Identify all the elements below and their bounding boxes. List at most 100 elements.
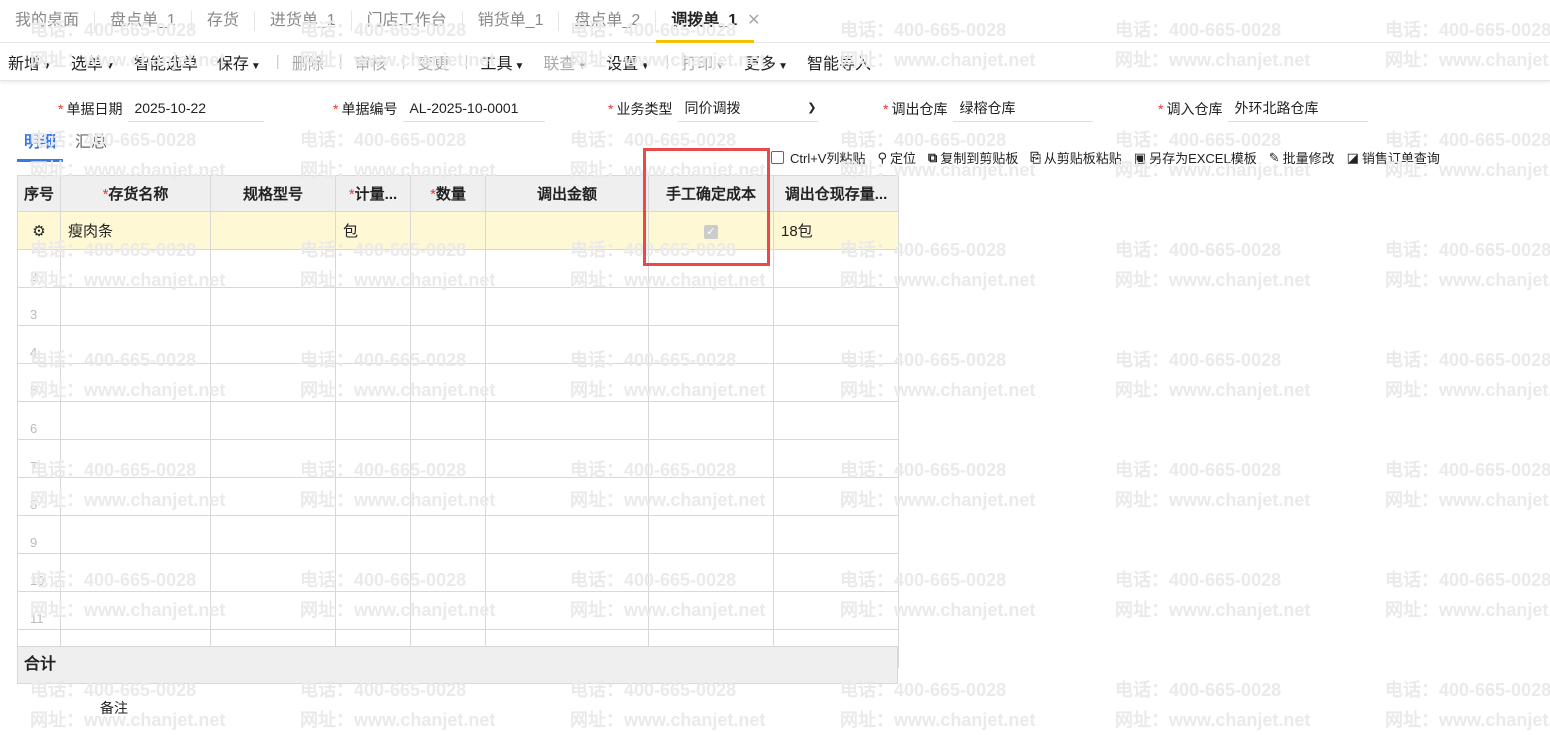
business-type-select[interactable]: 同价调拨 ❯ xyxy=(678,96,819,122)
cell[interactable] xyxy=(210,591,336,630)
cell[interactable] xyxy=(210,325,336,364)
cell[interactable] xyxy=(60,325,211,364)
col-unit[interactable]: *计量... xyxy=(335,175,411,212)
toolbar-button-0[interactable]: 新增 ▼ xyxy=(0,50,63,74)
toolbar-button-11[interactable]: 更多 ▼ xyxy=(736,50,799,74)
cell-qty[interactable] xyxy=(410,211,486,250)
table-row[interactable]: 11 xyxy=(17,591,899,630)
cell[interactable] xyxy=(773,515,899,554)
doc-number-field[interactable]: * 单据编号 AL-2025-10-0001 xyxy=(333,96,546,122)
tab-2[interactable]: 存货 xyxy=(192,11,255,31)
out-warehouse-input[interactable]: 绿榕仓库 xyxy=(953,96,1094,122)
row-number[interactable]: 6 xyxy=(17,401,61,440)
toolbar-button-8[interactable]: 联查 ▼ xyxy=(535,50,598,74)
table-row[interactable]: 3 xyxy=(17,287,899,326)
doc-date-input[interactable]: 2025-10-22 xyxy=(128,96,265,122)
tab-3[interactable]: 进货单_1 xyxy=(255,11,352,31)
in-warehouse-field[interactable]: * 调入仓库 外环北路仓库 xyxy=(1158,96,1369,122)
cell[interactable] xyxy=(410,325,486,364)
row-number[interactable]: 4 xyxy=(17,325,61,364)
tab-1[interactable]: 盘点单_1 xyxy=(95,11,192,31)
cell[interactable] xyxy=(648,477,774,516)
cell[interactable] xyxy=(485,477,649,516)
row-number[interactable]: 8 xyxy=(17,477,61,516)
cell[interactable] xyxy=(648,401,774,440)
cell[interactable] xyxy=(485,325,649,364)
in-warehouse-input[interactable]: 外环北路仓库 xyxy=(1228,96,1369,122)
cell[interactable] xyxy=(335,325,411,364)
toolbar-button-10[interactable]: 打印 ▼ xyxy=(673,50,736,74)
col-amount[interactable]: 调出金额 xyxy=(485,175,649,212)
cell[interactable] xyxy=(60,401,211,440)
col-seq[interactable]: 序号 xyxy=(17,175,61,212)
checkbox[interactable] xyxy=(771,151,784,164)
cell[interactable] xyxy=(210,287,336,326)
out-warehouse-field[interactable]: * 调出仓库 绿榕仓库 xyxy=(883,96,1094,122)
cell[interactable] xyxy=(773,591,899,630)
cell[interactable] xyxy=(210,401,336,440)
cell[interactable] xyxy=(335,591,411,630)
cell[interactable] xyxy=(485,515,649,554)
cell[interactable] xyxy=(335,553,411,592)
cell-unit[interactable]: 包 xyxy=(335,211,411,250)
cell-amount[interactable] xyxy=(485,211,649,250)
cell-item-name[interactable]: 瘦肉条 xyxy=(60,211,211,250)
cell[interactable] xyxy=(485,553,649,592)
row-number[interactable]: 10 xyxy=(17,553,61,592)
copy-clipboard-button[interactable]: ⧉ 复制到剪贴板 xyxy=(928,148,1018,167)
doc-date-field[interactable]: * 单据日期 2025-10-22 xyxy=(58,96,265,122)
toolbar-button-3[interactable]: 保存 ▼ xyxy=(209,50,272,74)
table-row[interactable]: 6 xyxy=(17,401,899,440)
cell[interactable] xyxy=(485,249,649,288)
close-icon[interactable]: ✕ xyxy=(747,12,760,29)
cell[interactable] xyxy=(210,477,336,516)
cell[interactable] xyxy=(60,553,211,592)
cell[interactable] xyxy=(648,515,774,554)
tab-5[interactable]: 销货单_1 xyxy=(463,11,560,31)
cell[interactable] xyxy=(60,439,211,478)
table-row[interactable]: 7 xyxy=(17,439,899,478)
cell[interactable] xyxy=(773,439,899,478)
cell[interactable] xyxy=(485,401,649,440)
cell[interactable] xyxy=(648,439,774,478)
cell[interactable] xyxy=(335,477,411,516)
cell[interactable] xyxy=(210,439,336,478)
cell[interactable] xyxy=(773,287,899,326)
cell[interactable] xyxy=(335,287,411,326)
tab-6[interactable]: 盘点单_2 xyxy=(559,11,657,31)
cell[interactable] xyxy=(410,553,486,592)
row-number[interactable]: 7 xyxy=(17,439,61,478)
cell[interactable] xyxy=(485,363,649,402)
table-row[interactable]: 4 xyxy=(17,325,899,364)
row-number[interactable]: 11 xyxy=(17,591,61,630)
cell[interactable] xyxy=(410,401,486,440)
cell[interactable] xyxy=(60,515,211,554)
cell[interactable] xyxy=(485,287,649,326)
table-row[interactable]: 9 xyxy=(17,515,899,554)
table-row[interactable]: 8 xyxy=(17,477,899,516)
cell[interactable] xyxy=(60,477,211,516)
cell[interactable] xyxy=(648,287,774,326)
toolbar-button-5[interactable]: 审核 xyxy=(347,50,398,74)
cell-spec[interactable] xyxy=(210,211,336,250)
paste-clipboard-button[interactable]: ⎘ 从剪贴板粘贴 xyxy=(1030,148,1121,167)
cell[interactable] xyxy=(485,591,649,630)
cell[interactable] xyxy=(648,591,774,630)
cell[interactable] xyxy=(410,515,486,554)
cell[interactable] xyxy=(60,287,211,326)
toolbar-button-4[interactable]: 删除 xyxy=(284,50,335,74)
ctrl-v-paste-toggle[interactable]: Ctrl+V列粘贴 xyxy=(771,148,865,167)
cell[interactable] xyxy=(773,363,899,402)
tab-summary[interactable]: 汇总 xyxy=(63,132,119,162)
cell[interactable] xyxy=(210,363,336,402)
toolbar-button-2[interactable]: 智能选单 xyxy=(126,50,209,74)
cell[interactable] xyxy=(335,249,411,288)
row-number[interactable]: 3 xyxy=(17,287,61,326)
cell[interactable] xyxy=(410,591,486,630)
cell[interactable] xyxy=(410,287,486,326)
col-qty[interactable]: *数量 xyxy=(410,175,486,212)
cell[interactable] xyxy=(773,553,899,592)
cell[interactable] xyxy=(60,249,211,288)
save-excel-template-button[interactable]: ▣ 另存为EXCEL模板 xyxy=(1134,148,1257,167)
cell[interactable] xyxy=(210,249,336,288)
